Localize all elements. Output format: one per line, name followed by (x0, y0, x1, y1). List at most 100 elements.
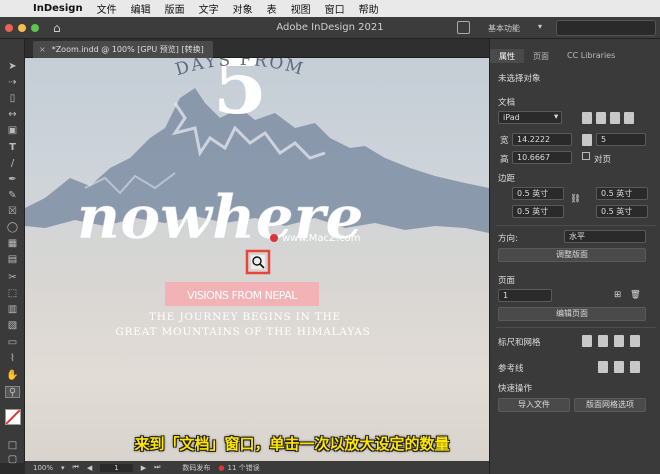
formatting-affects-container-icon[interactable]: □ (5, 440, 20, 452)
document-section-heading: 文档 (498, 98, 516, 108)
share-icon[interactable] (457, 21, 470, 34)
page-number-field[interactable]: 1 (100, 463, 133, 472)
document-tab-bar: × *Zoom.indd @ 100% [GPU 预览] [转换] (25, 39, 489, 58)
direct-selection-tool-icon[interactable]: ⇢ (5, 77, 20, 89)
margin-left-field[interactable]: 0.5 英寸 (596, 187, 648, 200)
menu-view[interactable]: 视图 (284, 1, 318, 16)
menu-type[interactable]: 文字 (192, 1, 226, 16)
menu-file[interactable]: 文件 (90, 1, 124, 16)
landscape-icon[interactable] (596, 112, 606, 124)
window-zoom-icon[interactable] (31, 23, 39, 32)
workspace-switcher[interactable]: 基本功能 (488, 23, 520, 34)
selection-tool-icon[interactable]: ➤ (5, 61, 20, 73)
facing-pages-checkbox[interactable] (582, 152, 590, 160)
layout-grid-options-button[interactable]: 版面网格选项 (574, 398, 646, 412)
rectangle-frame-tool-icon[interactable]: ☒ (5, 206, 20, 218)
line-tool-icon[interactable]: / (5, 158, 20, 170)
menu-layout[interactable]: 版面 (158, 1, 192, 16)
scissors-tool-icon[interactable]: ✂ (5, 272, 20, 284)
page-section-heading: 页面 (498, 276, 516, 286)
status-bar: 100% ▾ ⏮ ◀ 1 ▶ ⏭ 数码发布 ● 11 个错误 (25, 461, 489, 474)
pages-count-icon (582, 134, 592, 146)
window-close-icon[interactable] (5, 23, 13, 32)
gradient-feather-icon[interactable]: ▧ (5, 320, 20, 332)
home-icon[interactable]: ⌂ (53, 21, 67, 35)
pencil-tool-icon[interactable]: ✎ (5, 190, 20, 202)
tab-properties[interactable]: 属性 (490, 49, 524, 63)
view-mode-icon[interactable]: ▢ (5, 454, 20, 466)
window-minimize-icon[interactable] (18, 23, 26, 32)
show-guides-icon[interactable] (598, 361, 608, 373)
content-collector-icon[interactable]: ▣ (5, 125, 20, 137)
no-selection-label: 未选择对象 (498, 74, 541, 84)
lock-guides-icon[interactable] (614, 361, 624, 373)
hand-tool-icon[interactable]: ✋ (5, 370, 20, 382)
tutorial-caption-bar: 来到「文档」窗口，单击一次以放大设定的数量 (116, 433, 468, 455)
margin-bottom-field[interactable]: 0.5 英寸 (512, 205, 564, 218)
ruler-icon[interactable] (582, 335, 592, 347)
search-input[interactable] (556, 20, 656, 36)
layout-grid-icon[interactable] (630, 335, 640, 347)
free-transform-tool-icon[interactable]: ⬚ (5, 288, 20, 300)
baseline-grid-icon[interactable] (598, 335, 608, 347)
document-tab[interactable]: × *Zoom.indd @ 100% [GPU 预览] [转换] (33, 41, 213, 58)
orientation-select[interactable]: 水平 (564, 230, 646, 243)
error-count[interactable]: 11 个错误 (228, 463, 260, 473)
error-status-icon: ● (218, 463, 225, 472)
menu-edit[interactable]: 编辑 (124, 1, 158, 16)
menu-app-name[interactable]: InDesign (26, 3, 90, 14)
margin-right-field[interactable]: 0.5 英寸 (596, 205, 648, 218)
height-field[interactable]: 10.6667 (512, 151, 572, 164)
edit-page-button[interactable]: 编辑页面 (498, 307, 646, 321)
eyedropper-tool-icon[interactable]: ⌇ (5, 353, 20, 365)
menu-window[interactable]: 窗口 (318, 1, 352, 16)
menu-help[interactable]: 帮助 (352, 1, 386, 16)
trash-icon[interactable]: 🗑 (630, 290, 641, 300)
menu-table[interactable]: 表 (260, 1, 284, 16)
document-grid-icon[interactable] (614, 335, 624, 347)
import-file-button[interactable]: 导入文件 (498, 398, 570, 412)
next-page-icon[interactable]: ▶ (141, 464, 146, 472)
height-label: 高 (500, 155, 509, 165)
close-icon[interactable]: × (39, 45, 46, 54)
prev-page-icon[interactable]: ◀ (87, 464, 92, 472)
margin-top-field[interactable]: 0.5 英寸 (512, 187, 564, 200)
document-tab-label: *Zoom.indd @ 100% [GPU 预览] [转换] (51, 45, 204, 54)
portrait-icon[interactable] (582, 112, 592, 124)
new-page-icon[interactable]: ⊞ (614, 290, 621, 300)
last-page-icon[interactable]: ⏭ (154, 463, 160, 472)
gap-tool-icon[interactable]: ↔ (5, 109, 20, 121)
adjust-layout-button[interactable]: 调整版面 (498, 248, 646, 262)
tab-pages[interactable]: 页面 (524, 49, 558, 63)
note-tool-icon[interactable]: ▭ (5, 337, 20, 349)
page-size-icon[interactable] (610, 112, 620, 124)
grid-tool-icon[interactable]: ▤ (5, 254, 20, 266)
orientation-label: 方向: (498, 234, 518, 244)
first-page-icon[interactable]: ⏮ (73, 463, 79, 472)
pages-field[interactable]: 5 (596, 133, 646, 146)
zoom-level-field[interactable]: 100% (33, 464, 53, 472)
ellipse-tool-icon[interactable]: ◯ (5, 222, 20, 234)
type-tool-icon[interactable]: T (5, 142, 20, 154)
smart-guides-icon[interactable] (630, 361, 640, 373)
gradient-tool-icon[interactable]: ▥ (5, 304, 20, 316)
chevron-down-icon[interactable]: ▾ (61, 464, 65, 472)
page-select[interactable]: 1 (498, 289, 552, 302)
page-tool-icon[interactable]: ▯ (5, 93, 20, 105)
menu-object[interactable]: 对象 (226, 1, 260, 16)
mac-menu-bar: InDesign 文件 编辑 版面 文字 对象 表 视图 窗口 帮助 (0, 0, 660, 17)
width-label: 宽 (500, 136, 509, 146)
chevron-down-icon[interactable]: ▾ (538, 22, 542, 31)
liquid-layout-icon[interactable] (624, 112, 634, 124)
zoom-tool-icon[interactable]: ⚲ (5, 386, 20, 398)
table-tool-icon[interactable]: ▦ (5, 238, 20, 250)
preset-select[interactable]: iPad (498, 111, 562, 124)
tab-cc-libraries[interactable]: CC Libraries (558, 49, 624, 63)
fill-stroke-icon[interactable] (5, 409, 21, 425)
pen-tool-icon[interactable]: ✒ (5, 174, 20, 186)
link-margins-icon[interactable]: ⛓ (570, 194, 581, 204)
width-field[interactable]: 14.2222 (512, 133, 572, 146)
preflight-profile[interactable]: 数码发布 (182, 463, 210, 473)
document-canvas[interactable]: 5 DAYS FROM nowhere www.MacZ.com VISIONS… (25, 58, 489, 461)
chevron-down-icon[interactable]: ▾ (554, 112, 558, 122)
